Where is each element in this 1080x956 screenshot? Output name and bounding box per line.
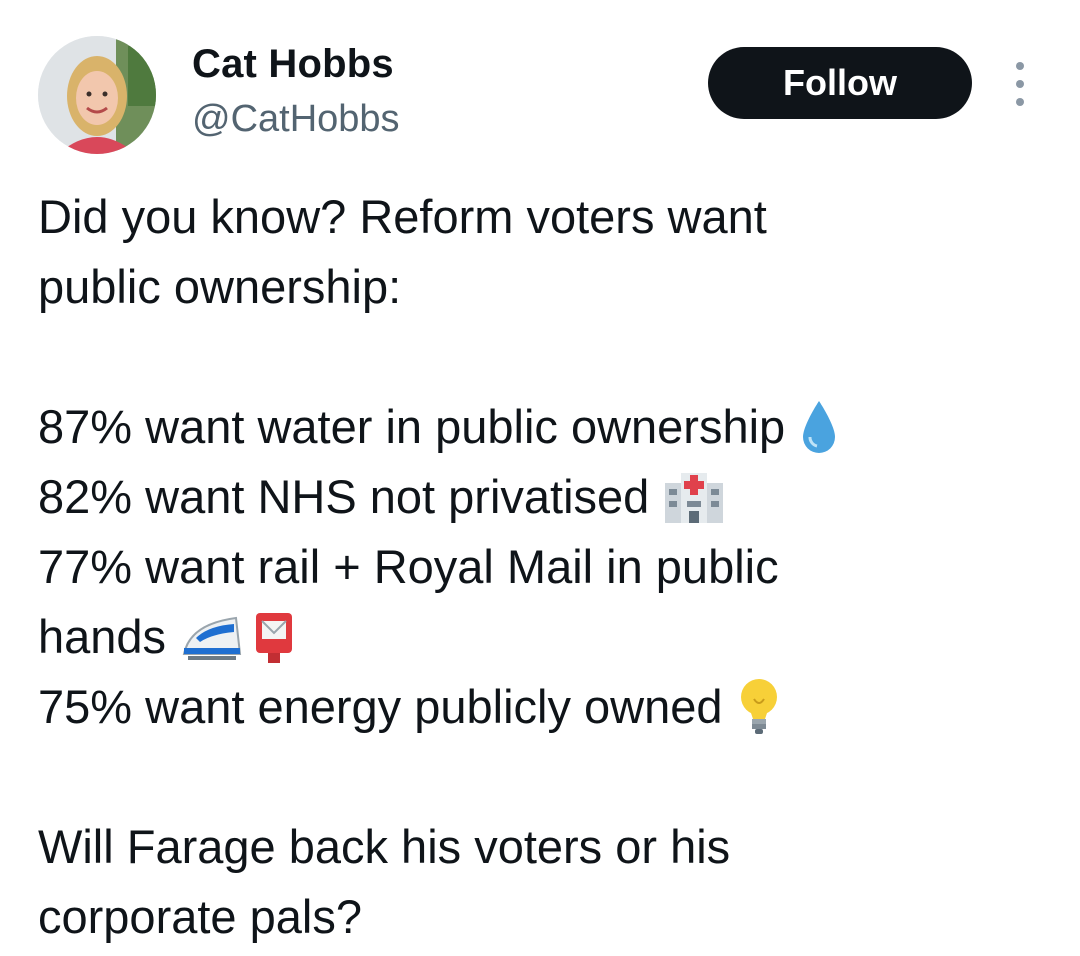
more-options-button[interactable] xyxy=(1006,62,1034,106)
tweet-line: 77% want rail + Royal Mail in public xyxy=(38,532,1048,602)
tweet-line: hands xyxy=(38,602,1048,672)
light-bulb-emoji xyxy=(737,677,781,737)
tweet-line: 75% want energy publicly owned xyxy=(38,672,1048,742)
tweet-line-text: 87% want water in public ownership xyxy=(38,400,786,453)
tweet-line-text: 75% want energy publicly owned xyxy=(38,680,723,733)
tweet-line: 87% want water in public ownership xyxy=(38,392,1048,462)
bullet-train-emoji xyxy=(180,612,244,662)
tweet-line: Did you know? Reform voters want xyxy=(38,182,1048,252)
more-vertical-icon xyxy=(1016,62,1024,70)
tweet-line: Will Farage back his voters or his xyxy=(38,812,1048,882)
tweet-line-text: Will Farage back his voters or his xyxy=(38,820,731,873)
tweet-line-text: corporate pals? xyxy=(38,890,362,943)
follow-button[interactable]: Follow xyxy=(708,47,972,119)
more-vertical-icon-dot xyxy=(1016,80,1024,88)
author-display-name[interactable]: Cat Hobbs xyxy=(192,38,394,90)
avatar[interactable] xyxy=(38,36,156,154)
postbox-emoji xyxy=(252,609,296,665)
tweet-text: Did you know? Reform voters want public … xyxy=(38,182,1048,952)
author-handle[interactable]: @CatHobbs xyxy=(192,94,400,144)
droplet-emoji xyxy=(799,399,839,455)
tweet-line: public ownership: xyxy=(38,252,1048,322)
tweet-line: 82% want NHS not privatised xyxy=(38,462,1048,532)
tweet-line-text: 77% want rail + Royal Mail in public xyxy=(38,540,779,593)
tweet-line-text: hands xyxy=(38,610,167,663)
tweet-line-text: public ownership: xyxy=(38,260,402,313)
tweet-line: corporate pals? xyxy=(38,882,1048,952)
tweet-line-text: 82% want NHS not privatised xyxy=(38,470,650,523)
profile-photo xyxy=(38,36,156,154)
tweet-line-text: Did you know? Reform voters want xyxy=(38,190,767,243)
more-vertical-icon-dot xyxy=(1016,98,1024,106)
hospital-emoji xyxy=(663,469,725,525)
